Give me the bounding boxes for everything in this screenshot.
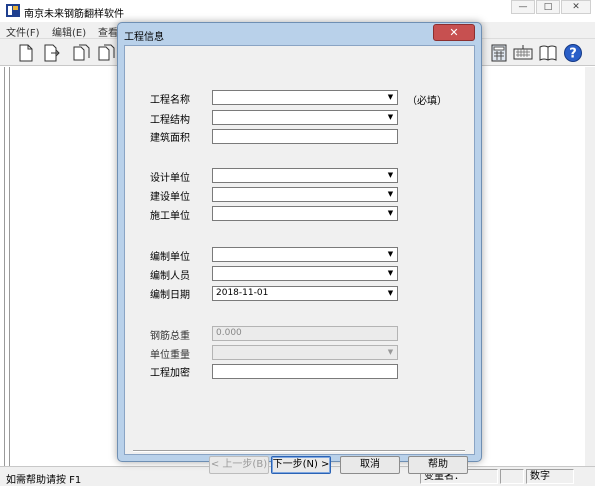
unit-weight-combo: ▼ xyxy=(212,345,398,360)
dropdown-arrow-icon: ▼ xyxy=(387,348,394,356)
construction-unit-combo[interactable]: ▼ xyxy=(212,187,398,202)
dropdown-arrow-icon[interactable]: ▼ xyxy=(385,208,396,219)
label-builder-unit: 施工单位 xyxy=(150,211,190,222)
compile-date-value: 2018-11-01 xyxy=(216,288,269,298)
label-unit-weight: 单位重量 xyxy=(150,350,190,361)
builder-unit-combo[interactable]: ▼ xyxy=(212,206,398,221)
required-note: （必填） xyxy=(407,96,447,107)
label-total-rebar-weight: 钢筋总重 xyxy=(150,331,190,342)
total-rebar-weight-value: 0.000 xyxy=(216,328,242,338)
dropdown-arrow-icon[interactable]: ▼ xyxy=(385,92,396,103)
label-compile-unit: 编制单位 xyxy=(150,252,190,263)
dialog-separator xyxy=(133,450,465,452)
book-icon[interactable] xyxy=(538,43,558,63)
status-empty-cell xyxy=(500,469,524,484)
new-file-icon[interactable] xyxy=(16,43,36,63)
help-icon[interactable]: ? xyxy=(563,43,583,63)
status-mode: 数字 xyxy=(526,469,574,484)
label-design-unit: 设计单位 xyxy=(150,173,190,184)
compiler-combo[interactable]: ▼ xyxy=(212,266,398,281)
cancel-button[interactable]: 取消 xyxy=(340,456,400,474)
project-name-combo[interactable]: ▼ xyxy=(212,90,398,105)
paste-icon[interactable] xyxy=(97,43,117,63)
menu-edit[interactable]: 编辑(E) xyxy=(52,24,86,39)
close-window-button[interactable]: ✕ xyxy=(561,0,591,14)
compile-date-picker[interactable]: 2018-11-01 ▼ xyxy=(212,286,398,301)
project-structure-combo[interactable]: ▼ xyxy=(212,110,398,125)
dialog-titlebar[interactable]: 工程信息 ✕ xyxy=(118,23,481,45)
label-building-area: 建筑面积 xyxy=(150,133,190,144)
label-project-encrypt: 工程加密 xyxy=(150,368,190,379)
vertical-scrollbar[interactable] xyxy=(585,67,595,466)
app-logo-icon xyxy=(6,4,20,17)
keyboard-icon[interactable] xyxy=(513,43,533,63)
copy-icon[interactable] xyxy=(72,43,92,63)
dialog-close-button[interactable]: ✕ xyxy=(433,24,475,41)
app-titlebar: 南京未来钢筋翻样软件 — □ ✕ xyxy=(0,0,595,22)
help-button[interactable]: 帮助 xyxy=(408,456,468,474)
menu-view[interactable]: 查看 xyxy=(98,24,118,39)
svg-text:?: ? xyxy=(569,47,577,62)
prev-step-button: < 上一步(B) xyxy=(209,456,269,474)
design-unit-combo[interactable]: ▼ xyxy=(212,168,398,183)
label-project-structure: 工程结构 xyxy=(150,115,190,126)
dialog-title: 工程信息 xyxy=(124,32,164,43)
dropdown-arrow-icon[interactable]: ▼ xyxy=(385,249,396,260)
maximize-button[interactable]: □ xyxy=(536,0,560,14)
minimize-button[interactable]: — xyxy=(511,0,535,14)
compile-unit-combo[interactable]: ▼ xyxy=(212,247,398,262)
app-title: 南京未来钢筋翻样软件 xyxy=(24,9,124,20)
label-project-name: 工程名称 xyxy=(150,95,190,106)
total-rebar-weight-field: 0.000 xyxy=(212,326,398,341)
dropdown-arrow-icon[interactable]: ▼ xyxy=(385,268,396,279)
project-encrypt-input[interactable] xyxy=(212,364,398,379)
label-compiler: 编制人员 xyxy=(150,271,190,282)
dropdown-arrow-icon[interactable]: ▼ xyxy=(385,189,396,200)
dropdown-arrow-icon[interactable]: ▼ xyxy=(385,288,396,299)
open-icon[interactable] xyxy=(42,43,62,63)
menu-file[interactable]: 文件(F) xyxy=(6,24,40,39)
building-area-input[interactable] xyxy=(212,129,398,144)
label-construction-unit: 建设单位 xyxy=(150,192,190,203)
dropdown-arrow-icon[interactable]: ▼ xyxy=(385,170,396,181)
dropdown-arrow-icon[interactable]: ▼ xyxy=(385,112,396,123)
calculator-icon[interactable] xyxy=(489,43,509,63)
next-step-button[interactable]: 下一步(N) > xyxy=(271,456,331,474)
status-help-text: 如需帮助请按 F1 xyxy=(6,475,82,486)
left-panel xyxy=(4,67,10,466)
label-compile-date: 编制日期 xyxy=(150,290,190,301)
project-info-dialog: 工程信息 ✕ 工程名称 ▼ （必填） 工程结构 ▼ 建筑面积 设计单位 ▼ 建设… xyxy=(117,22,482,474)
dialog-client-area: 工程名称 ▼ （必填） 工程结构 ▼ 建筑面积 设计单位 ▼ 建设单位 ▼ 施工… xyxy=(124,45,475,474)
